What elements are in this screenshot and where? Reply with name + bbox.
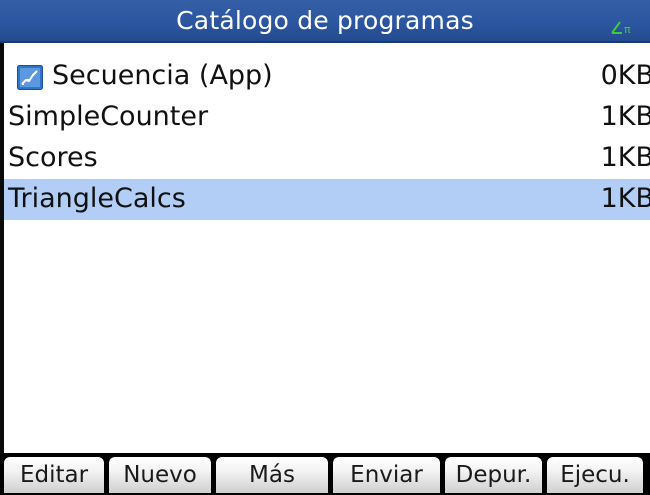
program-size: 0KB xyxy=(600,60,650,91)
send-button[interactable]: Enviar xyxy=(333,457,440,493)
program-size: 1KB xyxy=(600,101,650,132)
edit-button[interactable]: Editar xyxy=(4,457,104,493)
program-name: Scores xyxy=(8,142,98,173)
program-size: 1KB xyxy=(600,142,650,173)
program-size: 1KB xyxy=(600,183,650,214)
softkey-menu-bar: Editar Nuevo Más Enviar Depur. Ejecu. xyxy=(0,453,650,495)
sequence-app-icon xyxy=(17,65,43,90)
run-button[interactable]: Ejecu. xyxy=(547,457,643,493)
program-catalog-screen: Catálogo de programas π Secuencia (App) … xyxy=(0,0,650,495)
list-item-scores[interactable]: Scores 1KB xyxy=(4,138,650,179)
program-name: SimpleCounter xyxy=(8,101,209,132)
debug-button[interactable]: Depur. xyxy=(445,457,542,493)
list-item-trianglecalcs[interactable]: TriangleCalcs 1KB xyxy=(4,179,650,220)
program-name: TriangleCalcs xyxy=(8,183,186,214)
program-name: Secuencia (App) xyxy=(52,60,273,91)
list-item-simplecounter[interactable]: SimpleCounter 1KB xyxy=(4,97,650,138)
program-list: Secuencia (App) 0KB SimpleCounter 1KB Sc… xyxy=(4,56,650,220)
page-title: Catálogo de programas xyxy=(176,6,474,35)
more-button[interactable]: Más xyxy=(216,457,328,493)
title-bar: Catálogo de programas π xyxy=(0,0,650,43)
list-item-secuencia-app[interactable]: Secuencia (App) 0KB xyxy=(4,56,650,97)
angle-pi-icon: π xyxy=(611,21,631,36)
svg-text:π: π xyxy=(624,23,631,36)
new-button[interactable]: Nuevo xyxy=(109,457,211,493)
